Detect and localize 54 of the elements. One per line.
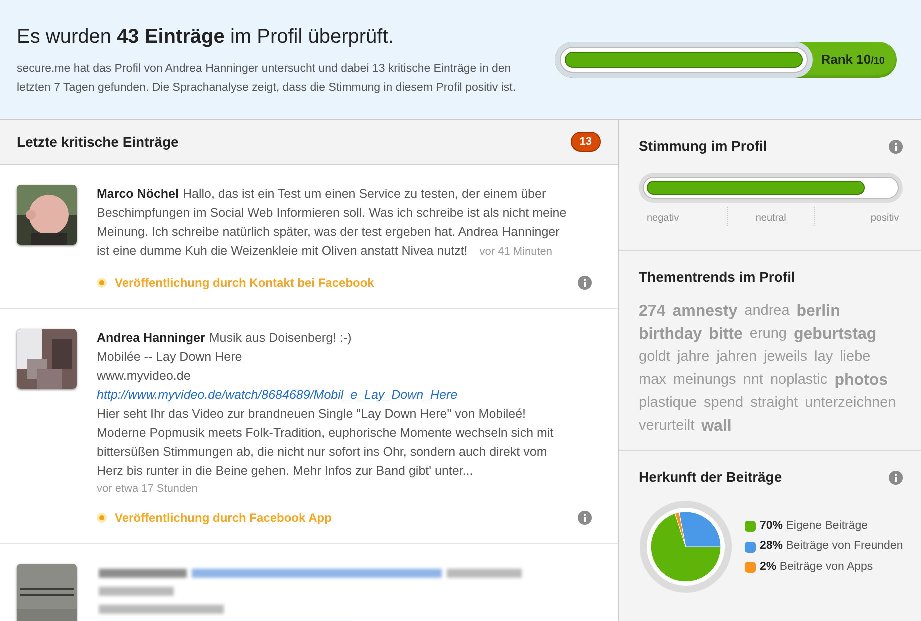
info-icon[interactable] — [889, 470, 904, 484]
scale-label: negativ — [646, 212, 680, 226]
tag-link[interactable]: unterzeichnen — [805, 392, 896, 415]
section-title: Letzte kritische Einträge — [17, 132, 179, 152]
section-title: Stimmung im Profil — [639, 137, 768, 156]
legend-label: 28% Beiträge von Freunden — [760, 539, 904, 554]
tag-link[interactable]: andrea — [744, 300, 790, 323]
scale-label: neutral — [727, 207, 816, 226]
info-icon[interactable] — [889, 140, 904, 154]
summary-title: Es wurden 43 Einträge im Profil überprüft. — [17, 24, 395, 50]
tag-link[interactable]: spend — [704, 392, 744, 415]
tag-link[interactable]: photos — [834, 369, 888, 392]
tag-link[interactable]: nnt — [743, 369, 764, 392]
tag-link[interactable]: lay — [814, 346, 834, 369]
info-icon[interactable] — [578, 511, 592, 525]
post-text: Hier seht Ihr das Video zur brandneuen Single "Lay Down Here" von Mobileé! Moderne Popmusik meets Folk-Tradition, euphorische Momente wechseln sich mit bittersüßen Stimmungen ab, die nicht nur sofort ins Ohr, sondern auch direkt vom Herz bis runter in die Beine gehen. Mehr Infos zur Band gibt' unter... — [97, 406, 555, 480]
tag-link[interactable]: liebe — [840, 346, 871, 369]
tag-link[interactable]: noplastic — [770, 369, 828, 392]
tag-link[interactable]: straight — [750, 392, 798, 415]
tag-link[interactable]: bitte — [709, 323, 743, 346]
tag-link[interactable]: birthday — [639, 323, 702, 346]
tag-link[interactable]: geburtstag — [794, 323, 877, 346]
tag-link[interactable]: plastique — [639, 392, 698, 415]
legend-label: 2% Beiträge von Apps — [760, 560, 874, 575]
source-link[interactable]: Veröffentlichung durch Facebook App — [115, 509, 332, 527]
count-badge: 13 — [570, 132, 601, 152]
tag-link[interactable]: erung — [750, 323, 787, 346]
bullet-icon — [97, 513, 107, 523]
tag-link[interactable]: jeweils — [764, 346, 808, 369]
rank-label: Rank 10/10 — [821, 50, 885, 69]
post-text: Marco Nöchel Hallo, das ist ein Test um einen Service zu testen, der einem über Beschimpfungen im Social Web Informieren soll. Was ich schreibe ist als nicht meine Meinung. Ich schreibe natürlich später, was der test ergeben hat. Andrea Hanninger ist eine dumme Kuh die Weizenkleie mit Oliven anstatt Nivea nutzt! vor 41 Minuten — [97, 186, 567, 260]
tag-link[interactable]: verurteilt — [639, 415, 695, 438]
tag-link[interactable]: jahre — [677, 346, 710, 369]
tag-link[interactable]: wall — [702, 415, 732, 438]
legend-label: 70% Eigene Beiträge — [760, 519, 868, 534]
bullet-icon — [97, 278, 107, 288]
post-text: Andrea Hanninger Musik aus Doisenberg! :-) — [97, 330, 353, 347]
source-link[interactable]: Veröffentlichung durch Kontakt bei Facebook — [115, 274, 374, 292]
tag-link[interactable]: berlin — [796, 300, 840, 323]
tag-link[interactable]: max — [639, 369, 666, 392]
section-title: Thementrends im Profil — [639, 268, 796, 287]
tag-link[interactable]: jahren — [716, 346, 758, 369]
section-title: Herkunft der Beiträge — [639, 468, 782, 487]
tag-link[interactable]: meinungs — [673, 369, 736, 392]
tag-link[interactable]: amnesty — [672, 300, 738, 323]
post-text: Mobilée -- Lay Down Here — [97, 349, 244, 366]
tag-link[interactable]: goldt — [639, 346, 670, 369]
timestamp: vor etwa 17 Stunden — [97, 482, 198, 497]
tag-link[interactable]: 274 — [639, 300, 666, 323]
summary-text: secure.me hat das Profil von Andrea Hanninger untersucht und dabei 13 kritische Einträge in den letzten 7 Tagen gefunden. Die Sprachanalyse zeigt, dass die Stimmung in diesem Profil positiv ist. — [17, 62, 517, 96]
post-text: www.myvideo.de — [97, 368, 192, 385]
scale-label: positiv — [870, 212, 900, 226]
info-icon[interactable] — [578, 276, 592, 290]
post-link[interactable]: http://www.myvideo.de/watch/8684689/Mobil_e_Lay_Down_Here — [97, 386, 458, 405]
